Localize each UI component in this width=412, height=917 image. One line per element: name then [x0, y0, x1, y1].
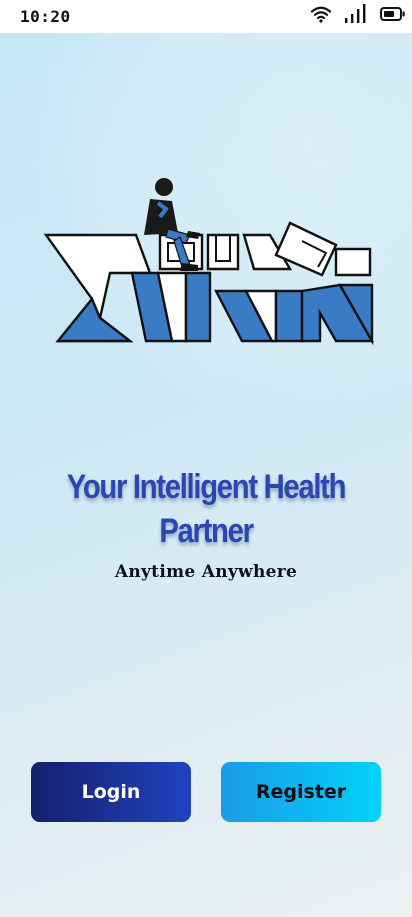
subtagline: Anytime Anywhere	[114, 562, 298, 582]
wifi-icon	[310, 5, 332, 28]
status-time: 10:20	[20, 7, 71, 26]
welcome-screen: Your Intelligent Health Partner Anytime …	[0, 33, 412, 917]
login-button[interactable]: Login	[31, 762, 191, 822]
tagline: Your Intelligent Health Partner	[66, 468, 347, 550]
app-logo	[43, 178, 375, 346]
signal-icon	[344, 4, 368, 29]
status-bar: 10:20	[0, 0, 412, 33]
register-button[interactable]: Register	[221, 762, 381, 822]
battery-icon	[380, 6, 406, 27]
status-icons	[310, 4, 406, 29]
